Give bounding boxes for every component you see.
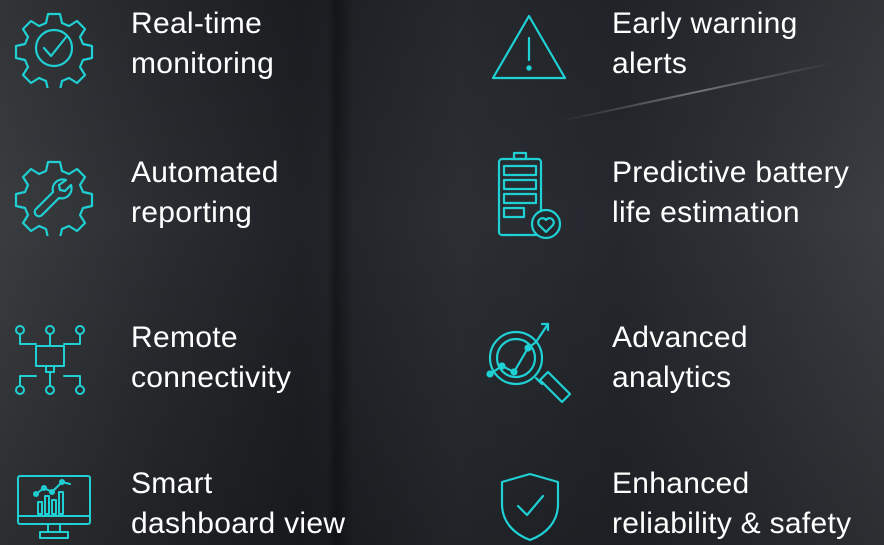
battery-heart-icon xyxy=(497,151,562,240)
feature-title-line1: Early warning xyxy=(612,7,798,40)
feature-title-line2: life estimation xyxy=(612,196,800,229)
feature-title-line1: Enhanced xyxy=(612,467,750,500)
shield-check-icon xyxy=(500,472,560,542)
analytics-magnifier-icon xyxy=(486,322,572,404)
feature-title-line2: connectivity xyxy=(131,361,292,394)
feature-title-line2: monitoring xyxy=(131,47,275,80)
gear-check-icon xyxy=(14,12,94,88)
feature-title-line1: Real-time xyxy=(131,7,263,40)
feature-title-line1: Smart xyxy=(131,467,213,500)
feature-title-line1: Advanced xyxy=(612,321,748,354)
feature-title-line2: reporting xyxy=(131,196,253,229)
feature-title-line2: reliability & safety xyxy=(612,507,852,540)
feature-title-line2: alerts xyxy=(612,47,688,80)
feature-title-line1: Remote xyxy=(131,321,238,354)
feature-title-line2: analytics xyxy=(612,361,732,394)
feature-title-line1: Predictive battery xyxy=(612,156,850,189)
feature-title-line2: dashboard view xyxy=(131,507,346,540)
network-monitor-icon xyxy=(15,325,85,395)
dashboard-monitor-icon xyxy=(17,475,91,539)
warning-triangle-icon xyxy=(491,14,567,80)
feature-title-line1: Automated xyxy=(131,156,279,189)
gear-wrench-icon xyxy=(14,160,94,236)
